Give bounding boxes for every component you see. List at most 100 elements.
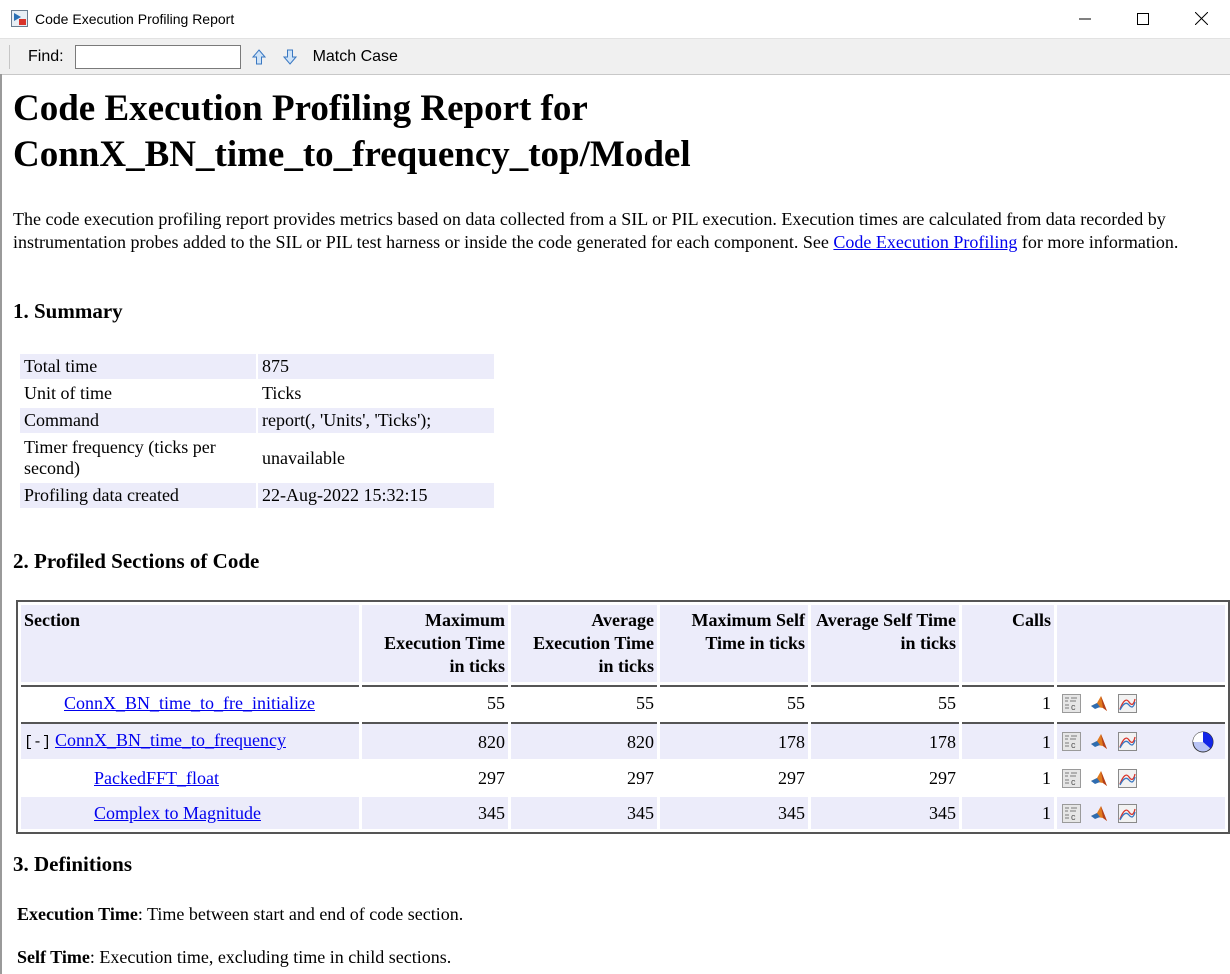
summary-value: report(, 'Units', 'Ticks'); (258, 408, 494, 433)
summary-key: Total time (20, 354, 256, 379)
summary-heading: 1. Summary (13, 299, 123, 323)
section-link[interactable]: ConnX_BN_time_to_fre_initialize (64, 693, 315, 713)
matlab-icon[interactable] (1090, 804, 1109, 823)
definition-execution-time: Execution Time: Time between start and e… (17, 904, 463, 925)
svg-text:c: c (1071, 777, 1076, 787)
avg-exec-cell: 345 (511, 797, 657, 829)
definition-term: Self Time (17, 947, 90, 967)
profiled-sections-heading: 2. Profiled Sections of Code (13, 549, 260, 573)
minimize-button[interactable] (1056, 0, 1114, 37)
window-title: Code Execution Profiling Report (35, 10, 235, 27)
section-link[interactable]: Complex to Magnitude (94, 803, 261, 823)
column-header-calls: Calls (962, 605, 1054, 682)
section-cell: ConnX_BN_time_to_fre_initialize (21, 685, 359, 719)
plot-icon[interactable] (1118, 803, 1137, 823)
max-exec-cell: 55 (362, 685, 508, 719)
summary-row: Command report(, 'Units', 'Ticks'); (20, 408, 494, 433)
page-title: Code Execution Profiling Report for Conn… (13, 86, 1218, 178)
max-self-cell: 297 (778, 768, 805, 788)
definition-self-time: Self Time: Execution time, excluding tim… (17, 947, 451, 968)
matlab-icon[interactable] (1090, 732, 1109, 751)
summary-table: Total time 875 Unit of time Ticks Command rep… (18, 352, 496, 510)
window-left-edge (0, 74, 2, 974)
summary-value: 875 (258, 354, 494, 379)
summary-row: Profiling data created 22-Aug-2022 15:32:… (20, 483, 494, 508)
summary-value: 22-Aug-2022 15:32:15 (258, 483, 494, 508)
actions-cell: c (1057, 685, 1225, 719)
section-cell: Complex to Magnitude (21, 797, 359, 829)
avg-exec-cell: 297 (627, 768, 654, 788)
max-exec-cell: 345 (362, 797, 508, 829)
max-self-cell: 55 (660, 685, 808, 719)
table-row: Complex to Magnitude 345 345 345 345 1 c (21, 797, 1225, 829)
avg-exec-cell: 820 (511, 722, 657, 759)
matlab-icon[interactable] (1090, 694, 1109, 713)
avg-self-cell: 178 (811, 722, 959, 759)
definition-text: : Execution time, excluding time in chil… (89, 947, 452, 967)
plot-icon[interactable] (1118, 732, 1137, 751)
find-previous-button[interactable] (250, 48, 268, 66)
calls-cell: 1 (962, 722, 1054, 759)
definition-term: Execution Time (17, 904, 138, 924)
actions-cell: c (1057, 722, 1225, 759)
summary-key: Timer frequency (ticks per second) (24, 437, 216, 478)
find-input[interactable] (74, 44, 241, 69)
match-case-toggle[interactable]: Match Case (313, 48, 398, 66)
column-header-max-exec: Maximum Execution Time in ticks (362, 605, 508, 682)
summary-key: Unit of time (24, 383, 112, 403)
maximize-button[interactable] (1114, 0, 1172, 37)
plot-icon[interactable] (1118, 768, 1137, 788)
max-exec-cell: 297 (478, 768, 505, 788)
report-content: Code Execution Profiling Report for Conn… (13, 80, 1230, 967)
matlab-icon[interactable] (1090, 769, 1109, 788)
minimize-icon (1079, 18, 1091, 19)
toolbar-grip (9, 44, 10, 69)
section-link[interactable]: PackedFFT_float (94, 768, 219, 788)
max-self-cell: 345 (660, 797, 808, 829)
code-icon[interactable]: c (1062, 803, 1081, 823)
table-header-row: Section Maximum Execution Time in ticks … (21, 605, 1225, 682)
plot-icon[interactable] (1118, 693, 1137, 713)
summary-row: Unit of time Ticks (20, 381, 494, 406)
calls-cell: 1 (962, 685, 1054, 719)
collapse-toggle[interactable]: [-] (24, 734, 51, 751)
calls-cell: 1 (1042, 768, 1051, 788)
svg-text:c: c (1071, 740, 1076, 750)
summary-value: Ticks (262, 383, 302, 403)
profiled-sections-table: Section Maximum Execution Time in ticks … (16, 600, 1230, 834)
column-header-max-self: Maximum Self Time in ticks (660, 605, 808, 682)
page-title-line2: ConnX_BN_time_to_frequency_top/Model (13, 134, 691, 175)
column-header-avg-exec: Average Execution Time in ticks (511, 605, 657, 682)
summary-row: Total time 875 (20, 354, 494, 379)
avg-self-cell: 297 (929, 768, 956, 788)
maximize-icon (1137, 12, 1149, 25)
arrow-up-icon (251, 48, 266, 64)
section-cell: PackedFFT_float (21, 762, 359, 794)
svg-text:c: c (1071, 812, 1076, 822)
page-title-line1: Code Execution Profiling Report for (13, 88, 588, 129)
code-icon[interactable]: c (1062, 768, 1081, 788)
pie-chart-icon[interactable] (1192, 731, 1214, 753)
avg-exec-cell: 55 (511, 685, 657, 719)
find-next-button[interactable] (281, 48, 299, 66)
table-row: ConnX_BN_time_to_fre_initialize 55 55 55 55 1… (21, 685, 1225, 719)
section-link[interactable]: ConnX_BN_time_to_frequency (55, 730, 286, 750)
calls-cell: 1 (962, 797, 1054, 829)
intro-paragraph: The code execution profiling report prov… (13, 208, 1208, 254)
max-self-cell: 178 (660, 722, 808, 759)
summary-row: Timer frequency (ticks per second) unavai… (20, 435, 494, 481)
code-execution-profiling-link[interactable]: Code Execution Profiling (833, 232, 1017, 252)
code-icon[interactable]: c (1062, 693, 1081, 713)
avg-self-cell: 345 (811, 797, 959, 829)
max-exec-cell: 820 (362, 722, 508, 759)
summary-key: Profiling data created (20, 483, 256, 508)
table-row: PackedFFT_float 297 297 297 297 1 c (21, 762, 1225, 794)
code-icon[interactable]: c (1062, 732, 1081, 751)
title-bar: Code Execution Profiling Report (0, 0, 1230, 37)
column-header-actions (1057, 605, 1225, 682)
find-label: Find: (28, 47, 64, 65)
summary-value: unavailable (262, 447, 345, 468)
actions-cell: c (1057, 797, 1225, 829)
close-button[interactable] (1172, 0, 1230, 37)
svg-text:c: c (1071, 702, 1076, 712)
